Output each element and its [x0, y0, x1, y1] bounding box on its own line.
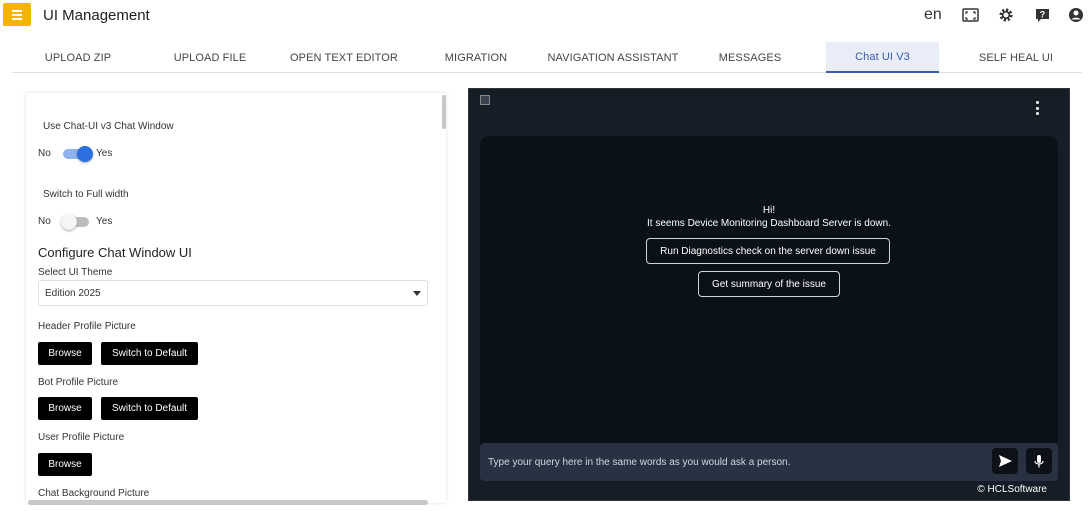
- settings-panel: Use Chat-UI v3 Chat Window No Yes Switch…: [26, 93, 446, 503]
- full-width-label: Switch to Full width: [43, 189, 129, 200]
- header-profile-label: Header Profile Picture: [38, 321, 136, 332]
- header-profile-browse-button[interactable]: Browse: [38, 342, 92, 365]
- more-options-icon[interactable]: [1035, 101, 1039, 115]
- chat-greeting: Hi!: [762, 205, 776, 216]
- settings-scrollbar-vertical[interactable]: [442, 95, 446, 129]
- help-icon[interactable]: ?: [1033, 6, 1051, 24]
- full-width-yes-label: Yes: [96, 216, 113, 227]
- gear-icon[interactable]: [997, 6, 1015, 24]
- use-chat-toggle[interactable]: [63, 146, 93, 162]
- tab-bar: UPLOAD ZIP UPLOAD FILE OPEN TEXT EDITOR …: [12, 42, 1082, 73]
- configure-title: Configure Chat Window UI: [38, 245, 192, 260]
- theme-select-value: Edition 2025: [45, 287, 101, 299]
- bot-profile-label: Bot Profile Picture: [38, 377, 119, 388]
- chat-footer-branding: © HCLSoftware: [977, 484, 1047, 495]
- user-profile-browse-button[interactable]: Browse: [38, 453, 92, 476]
- mic-button[interactable]: [1026, 448, 1052, 474]
- chevron-down-icon: [413, 291, 421, 296]
- full-width-toggle[interactable]: [61, 214, 89, 230]
- header-profile-default-button[interactable]: Switch to Default: [101, 342, 198, 365]
- chat-bg-label: Chat Background Picture: [38, 488, 150, 499]
- account-icon[interactable]: [1067, 6, 1085, 24]
- header-profile-image: [480, 95, 490, 105]
- tab-migration[interactable]: MIGRATION: [412, 42, 540, 73]
- chat-chip-get-summary[interactable]: Get summary of the issue: [698, 271, 840, 297]
- language-selector[interactable]: en: [924, 6, 942, 24]
- tab-open-text-editor[interactable]: OPEN TEXT EDITOR: [276, 42, 412, 73]
- chat-body: Hi! It seems Device Monitoring Dashboard…: [480, 136, 1058, 481]
- user-profile-label: User Profile Picture: [38, 432, 125, 443]
- bot-profile-default-button[interactable]: Switch to Default: [101, 397, 198, 420]
- tab-upload-zip[interactable]: UPLOAD ZIP: [12, 42, 144, 73]
- chat-input-bar: [480, 443, 1058, 481]
- send-button[interactable]: [992, 448, 1018, 474]
- settings-scrollbar-horizontal[interactable]: [28, 500, 428, 505]
- tab-navigation-assistant[interactable]: NAVIGATION ASSISTANT: [540, 42, 686, 73]
- chat-input[interactable]: [488, 453, 978, 471]
- send-icon: [998, 455, 1012, 467]
- chat-window-preview: Hi! It seems Device Monitoring Dashboard…: [468, 88, 1070, 501]
- microphone-icon: [1034, 454, 1044, 467]
- menu-icon[interactable]: [3, 3, 31, 26]
- app-title: UI Management: [43, 7, 150, 24]
- app-header: UI Management en ?: [0, 0, 1090, 30]
- fullscreen-icon[interactable]: [961, 6, 979, 24]
- theme-label: Select UI Theme: [38, 267, 113, 278]
- svg-text:?: ?: [1039, 9, 1045, 19]
- tab-messages[interactable]: MESSAGES: [686, 42, 814, 73]
- tab-self-heal-ui[interactable]: SELF HEAL UI: [952, 42, 1080, 73]
- chat-chip-run-diagnostics[interactable]: Run Diagnostics check on the server down…: [646, 238, 890, 264]
- use-chat-yes-label: Yes: [96, 148, 113, 159]
- theme-select[interactable]: Edition 2025: [38, 280, 428, 306]
- full-width-no-label: No: [38, 216, 51, 227]
- use-chat-no-label: No: [38, 148, 51, 159]
- chat-message: It seems Device Monitoring Dashboard Ser…: [647, 218, 891, 229]
- use-chat-label: Use Chat-UI v3 Chat Window: [43, 121, 174, 132]
- bot-profile-browse-button[interactable]: Browse: [38, 397, 92, 420]
- tab-upload-file[interactable]: UPLOAD FILE: [144, 42, 276, 73]
- tab-chat-ui-v3[interactable]: Chat UI V3: [826, 42, 939, 73]
